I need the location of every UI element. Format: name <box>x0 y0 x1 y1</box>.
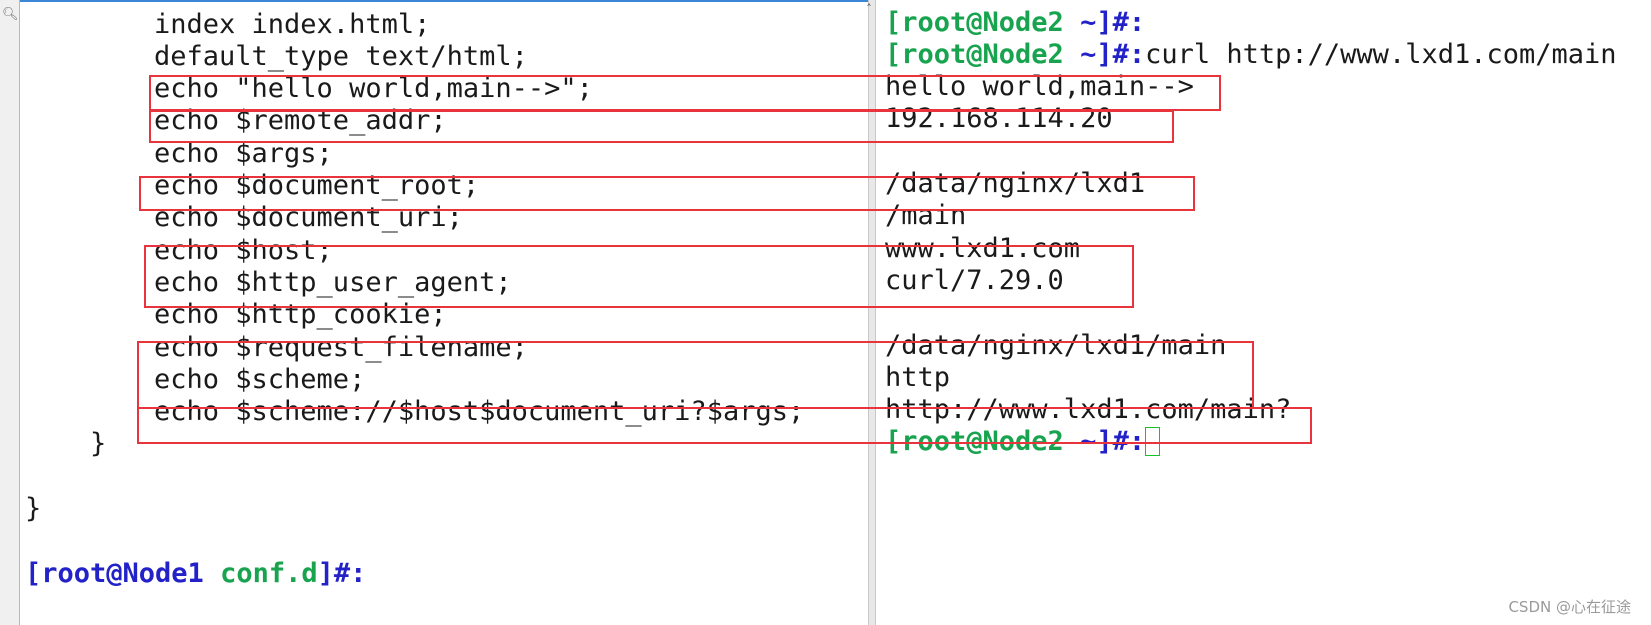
prompt-directory: conf.d <box>220 558 318 589</box>
highlight-box <box>149 110 1174 143</box>
curl-command: curl http://www.lxd1.com/main <box>1145 39 1617 70</box>
config-line: default_type text/html; <box>154 41 528 72</box>
highlight-box <box>144 245 1134 308</box>
curl-command-line: [root@Node2 ~]#:curl http://www.lxd1.com… <box>885 38 1617 72</box>
inner-close-brace: } <box>90 428 107 459</box>
watermark: CSDN @心在征途 <box>1508 598 1631 616</box>
highlight-box <box>139 176 1195 211</box>
right-prompt-line: [root@Node2 ~]#: <box>885 6 1145 40</box>
prompt-suffix: ]#: <box>317 558 367 589</box>
prompt-dir: ~]#: <box>1080 7 1146 38</box>
highlight-box <box>149 75 1221 111</box>
prompt-user-host: [root@Node2 <box>885 39 1081 70</box>
highlight-box <box>137 341 1254 409</box>
prompt-user-host: [root@Node2 <box>885 7 1081 38</box>
magnifier-icon[interactable]: 🔍︎ <box>2 8 19 22</box>
config-line: index index.html; <box>154 9 431 40</box>
left-shell-prompt: [root@Node1 conf.d]#: <box>25 557 366 591</box>
scroll-up-icon[interactable]: ˄ <box>862 2 876 16</box>
highlight-box <box>137 407 1312 444</box>
prompt-user-host: [root@Node1 <box>25 558 204 589</box>
left-gutter: 🔍︎ <box>0 0 20 625</box>
prompt-dir: ~]#: <box>1080 39 1146 70</box>
outer-close-brace: } <box>25 493 42 524</box>
